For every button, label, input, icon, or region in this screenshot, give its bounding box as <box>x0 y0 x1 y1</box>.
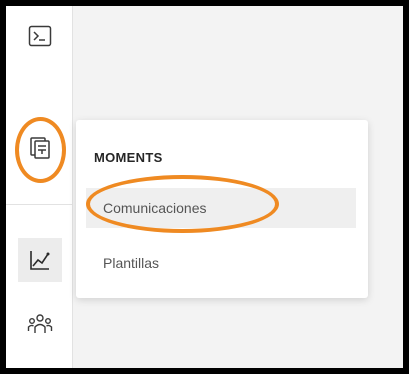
analytics-chart-icon[interactable] <box>18 238 62 282</box>
menu-heading: MOMENTS <box>94 150 163 165</box>
terminal-icon[interactable] <box>18 14 62 58</box>
menu-item-plantillas[interactable]: Plantillas <box>86 243 356 283</box>
moments-icon[interactable] <box>18 125 62 169</box>
sidebar <box>6 6 73 368</box>
app-frame: MOMENTS Comunicaciones Plantillas <box>6 6 403 368</box>
sidebar-divider <box>6 204 72 205</box>
menu-item-label: Plantillas <box>103 255 160 271</box>
menu-item-comunicaciones[interactable]: Comunicaciones <box>86 188 356 228</box>
people-group-icon[interactable] <box>18 302 62 346</box>
moments-flyout-menu: MOMENTS Comunicaciones Plantillas <box>76 120 368 298</box>
menu-item-label: Comunicaciones <box>103 200 207 216</box>
